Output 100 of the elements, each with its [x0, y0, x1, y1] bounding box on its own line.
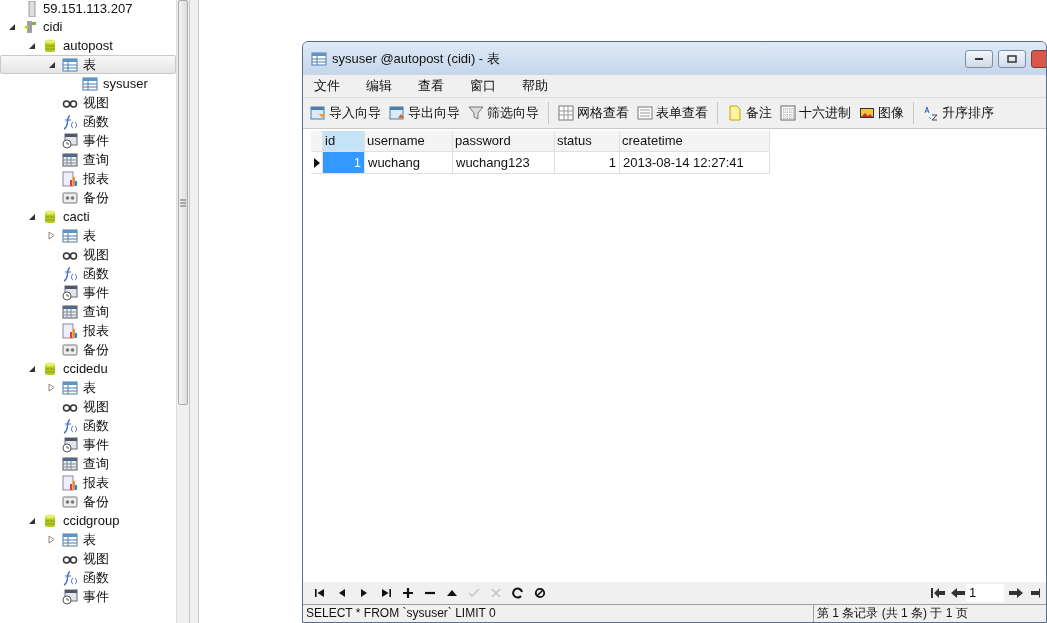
menu-item[interactable]: 窗口 [462, 76, 512, 96]
tree-item[interactable]: 事件 [0, 587, 176, 606]
tree-item[interactable]: 函数 [0, 112, 176, 131]
tree-item[interactable]: 报表 [0, 321, 176, 340]
tree-item[interactable]: 表 [0, 378, 176, 397]
tree-item[interactable]: cacti [0, 207, 176, 226]
page-field[interactable]: 1 [966, 584, 1004, 602]
menu-item[interactable]: 帮助 [514, 76, 564, 96]
tree-item[interactable]: 视图 [0, 245, 176, 264]
plug-icon [22, 18, 38, 35]
table-cell: wuchang [365, 152, 453, 174]
menu-item[interactable]: 编辑 [358, 76, 408, 96]
toolbar-button[interactable]: 筛选向导 [467, 101, 540, 125]
expanded-arrow-icon[interactable] [28, 364, 36, 373]
tree-item[interactable]: 备份 [0, 340, 176, 359]
server-label: 59.151.113.207 [43, 0, 133, 18]
tree-item[interactable]: 备份 [0, 492, 176, 511]
function-icon [62, 417, 78, 434]
close-button[interactable] [1031, 49, 1046, 68]
row-pointer-icon [313, 157, 320, 168]
tree-item[interactable]: 函数 [0, 416, 176, 435]
tree-item[interactable]: 备份 [0, 188, 176, 207]
hex-grid-icon [780, 105, 796, 121]
column-header[interactable]: password [453, 131, 555, 152]
table-icon [62, 379, 78, 396]
record-status: 第 1 条记录 (共 1 条) 于 1 页 [813, 605, 971, 622]
collapsed-arrow-icon[interactable] [48, 231, 56, 240]
tree-item[interactable]: 查询 [0, 454, 176, 473]
tree-item[interactable]: 报表 [0, 473, 176, 492]
table-icon [82, 75, 98, 92]
toolbar-button[interactable]: 升序排序 [922, 101, 995, 125]
report-chart-icon [62, 474, 78, 491]
form-icon [637, 105, 653, 121]
tree-item[interactable]: autopost [0, 36, 176, 55]
toolbar-button[interactable]: 导出向导 [388, 101, 461, 125]
export-icon [389, 105, 405, 121]
query-grid-icon [62, 151, 78, 168]
minimize-button[interactable] [965, 49, 993, 68]
tree-item[interactable]: 函数 [0, 264, 176, 283]
expanded-arrow-icon[interactable] [8, 22, 16, 31]
cassette-icon [62, 341, 78, 358]
table-cell: 1 [323, 152, 365, 174]
toolbar-button[interactable]: 十六进制 [779, 101, 852, 125]
toolbar-button[interactable]: 导入向导 [309, 101, 382, 125]
image-icon [859, 105, 875, 121]
scrollbar-thumb[interactable] [177, 0, 189, 405]
collapsed-arrow-icon[interactable] [48, 383, 56, 392]
expanded-arrow-icon[interactable] [28, 516, 36, 525]
column-header[interactable]: status [555, 131, 620, 152]
tree-item[interactable]: 视图 [0, 549, 176, 568]
column-header[interactable]: username [365, 131, 453, 152]
tree-item[interactable]: 函数 [0, 568, 176, 587]
toolbar-button[interactable]: 表单查看 [636, 101, 709, 125]
calendar-clock-icon [62, 132, 78, 149]
menu-item[interactable]: 查看 [410, 76, 460, 96]
tree-item[interactable]: 事件 [0, 283, 176, 302]
table-icon [62, 227, 78, 244]
toolbar-button[interactable]: 备注 [726, 101, 773, 125]
tree-item[interactable]: 报表 [0, 169, 176, 188]
next-page-icon[interactable] [1008, 587, 1024, 599]
tree-item[interactable]: 视图 [0, 397, 176, 416]
function-icon [62, 569, 78, 586]
column-header[interactable]: id [323, 131, 365, 152]
database-icon [42, 208, 58, 225]
tree-item[interactable]: 事件 [0, 435, 176, 454]
tree-item[interactable]: 事件 [0, 131, 176, 150]
note-icon [727, 105, 743, 121]
expanded-arrow-icon[interactable] [28, 41, 36, 50]
sort-ascending-icon [923, 105, 939, 121]
grid-row[interactable]: 1 wuchang wuchang123 1 2013-08-14 12:27:41 [311, 152, 1046, 174]
maximize-button[interactable] [998, 49, 1026, 68]
tree-item[interactable]: 表 [0, 226, 176, 245]
tree-item[interactable]: ccidgroup [0, 511, 176, 530]
grip-icon [180, 198, 187, 207]
tree-item[interactable]: 表 [0, 55, 176, 74]
expanded-arrow-icon[interactable] [48, 60, 56, 69]
table-icon [62, 56, 78, 73]
report-chart-icon [62, 170, 78, 187]
tree-item[interactable]: 查询 [0, 150, 176, 169]
menu-item[interactable]: 文件 [306, 76, 356, 96]
toolbar-button[interactable]: 图像 [858, 101, 905, 125]
first-page-icon[interactable] [930, 587, 946, 599]
previous-page-icon[interactable] [950, 587, 966, 599]
toolbar-button[interactable]: 网格查看 [557, 101, 630, 125]
database-icon [42, 512, 58, 529]
calendar-clock-icon [62, 588, 78, 605]
tree-item[interactable]: ccidedu [0, 359, 176, 378]
column-header[interactable]: createtime [620, 131, 770, 152]
table-cell: 1 [555, 152, 620, 174]
tree-item[interactable]: sysuser [0, 74, 176, 93]
table-icon [311, 50, 327, 67]
tree-item[interactable]: 查询 [0, 302, 176, 321]
tree-item[interactable]: 视图 [0, 93, 176, 112]
last-page-icon[interactable] [1030, 587, 1040, 599]
query-grid-icon [62, 303, 78, 320]
expanded-arrow-icon[interactable] [28, 212, 36, 221]
tree-item[interactable]: cidi [0, 17, 176, 36]
tree-item[interactable]: 表 [0, 530, 176, 549]
import-icon [310, 105, 326, 121]
collapsed-arrow-icon[interactable] [48, 535, 56, 544]
